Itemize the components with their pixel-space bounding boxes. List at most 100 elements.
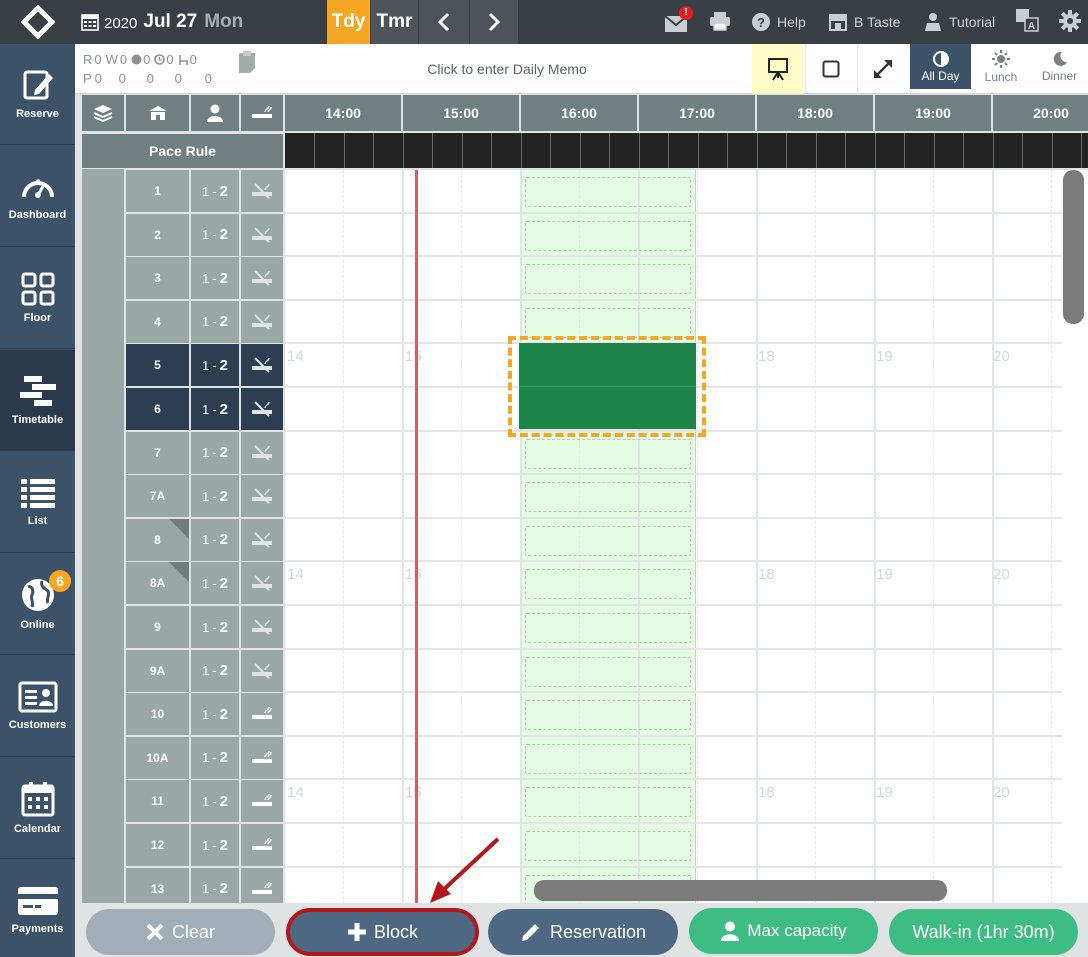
layers-filter[interactable]: [82, 95, 124, 131]
table-row[interactable]: 11-2: [0, 170, 285, 214]
logo-icon[interactable]: [0, 0, 75, 44]
expand-button[interactable]: [857, 44, 908, 94]
table-number[interactable]: 11: [126, 780, 189, 823]
reservation-button[interactable]: Reservation: [488, 909, 678, 955]
table-number[interactable]: 2: [126, 213, 189, 256]
table-number[interactable]: 1: [126, 170, 189, 212]
table-capacity: 1-2: [191, 606, 239, 648]
capacity-dash: -: [212, 663, 217, 679]
mail-button[interactable]: !: [664, 6, 693, 34]
table-number[interactable]: 3: [126, 257, 189, 300]
daily-memo[interactable]: Click to enter Daily Memo: [262, 44, 752, 94]
available-slot[interactable]: [525, 482, 691, 513]
available-slot[interactable]: [525, 743, 691, 774]
table-number-label: 2: [154, 227, 161, 242]
store-link[interactable]: B Taste: [828, 11, 900, 33]
vertical-scrollbar[interactable]: [1062, 170, 1088, 909]
next-day-button[interactable]: [470, 0, 518, 44]
print-button[interactable]: [709, 11, 731, 33]
table-number[interactable]: 8: [126, 518, 189, 561]
view-dinner-label: Dinner: [1041, 68, 1078, 83]
table-row[interactable]: 6 1-2: [0, 388, 285, 432]
table-number[interactable]: 12: [126, 824, 189, 866]
table-row[interactable]: 4 1-2: [0, 300, 285, 345]
selected-block[interactable]: [508, 336, 706, 437]
table-row[interactable]: 9A 1-2: [0, 649, 285, 694]
today-button[interactable]: Tdy: [327, 0, 370, 44]
svg-text:?: ?: [757, 15, 765, 30]
smoking-icon: [252, 881, 272, 894]
language-button[interactable]: A: [1015, 8, 1039, 34]
date-selector[interactable]: 2020 Jul 27 Mon: [75, 0, 327, 44]
clear-button[interactable]: Clear: [86, 909, 275, 955]
sidebar-item-reserve[interactable]: Reserve: [0, 44, 75, 145]
table-row[interactable]: 10A 1-2: [0, 736, 285, 781]
available-slot[interactable]: [525, 220, 691, 251]
table-row[interactable]: 7 1-2: [0, 431, 285, 476]
available-slot[interactable]: [525, 613, 691, 643]
vertical-scroll-thumb[interactable]: [1063, 170, 1084, 324]
available-slot[interactable]: [525, 569, 691, 600]
table-row[interactable]: 11 1-2: [0, 780, 285, 824]
table-number[interactable]: 10: [126, 693, 189, 736]
table-row[interactable]: 12 1-2: [0, 824, 285, 868]
table-number[interactable]: 9: [126, 606, 189, 648]
tutorial-link[interactable]: Tutorial: [923, 11, 995, 33]
clipboard-button[interactable]: [236, 50, 260, 76]
ruler-tick: [904, 133, 905, 168]
prev-day-button[interactable]: [419, 0, 469, 44]
view-all-day[interactable]: All Day: [910, 44, 971, 89]
available-slot[interactable]: [525, 264, 691, 295]
table-number[interactable]: 10A: [126, 736, 189, 779]
horizontal-scroll-thumb[interactable]: [534, 880, 947, 901]
block-label: Block: [373, 921, 418, 942]
table-row[interactable]: 10 1-2: [0, 693, 285, 737]
table-number[interactable]: 5: [126, 344, 189, 387]
table-number[interactable]: 7: [126, 431, 189, 474]
no-smoking-icon: [252, 314, 272, 330]
tomorrow-button[interactable]: Tmr: [371, 0, 418, 44]
table-row[interactable]: 5 1-2: [0, 344, 285, 388]
capacity-min: 1: [202, 837, 210, 853]
grid-line-horizontal: [285, 691, 1062, 694]
help-link[interactable]: ? Help: [751, 11, 806, 33]
timeline-grid[interactable]: 14 15 18 19 20 14 15 18 19 20 14 15 18 19 20: [285, 170, 1062, 909]
table-row[interactable]: 9 1-2: [0, 606, 285, 650]
table-number[interactable]: 6: [126, 388, 189, 430]
capacity-filter[interactable]: [191, 95, 239, 131]
settings-button[interactable]: [1059, 10, 1081, 32]
capacity-max: 2: [219, 662, 228, 680]
available-slot[interactable]: [525, 177, 691, 207]
available-slot[interactable]: [525, 700, 691, 731]
table-row[interactable]: 7A 1-2: [0, 475, 285, 519]
table-number[interactable]: 9A: [126, 649, 189, 692]
current-time-line: [415, 170, 418, 909]
walkin-button[interactable]: Walk-in (1hr 30m): [889, 909, 1078, 955]
view-dinner[interactable]: Dinner: [1031, 44, 1088, 89]
available-slot[interactable]: [525, 307, 691, 338]
available-slot[interactable]: [525, 438, 691, 469]
available-slot[interactable]: [525, 787, 691, 818]
ruler-tick: [1081, 133, 1082, 168]
presentation-toggle[interactable]: [752, 44, 803, 94]
ruler-tick: [520, 133, 522, 168]
block-button[interactable]: Block: [287, 909, 478, 955]
smoking-filter[interactable]: [241, 95, 283, 131]
table-row[interactable]: 8 1-2: [0, 518, 285, 563]
table-number[interactable]: 4: [126, 300, 189, 343]
table-row[interactable]: 3 1-2: [0, 257, 285, 301]
table-row[interactable]: 8A 1-2: [0, 562, 285, 606]
available-slot[interactable]: [525, 656, 691, 687]
available-slot[interactable]: [525, 525, 691, 556]
area-filter[interactable]: [126, 95, 189, 131]
select-toggle[interactable]: [805, 44, 855, 94]
max-capacity-button[interactable]: Max capacity: [689, 908, 878, 954]
table-row[interactable]: 21-2: [0, 213, 285, 258]
table-number[interactable]: 8A: [126, 562, 189, 605]
view-lunch[interactable]: Lunch: [971, 44, 1031, 89]
table-capacity: 1-2: [191, 388, 239, 430]
time-header-2000: 20:00: [993, 95, 1088, 131]
available-slot[interactable]: [525, 831, 691, 861]
table-number[interactable]: 7A: [126, 475, 189, 518]
capacity-min: 1: [202, 619, 210, 635]
